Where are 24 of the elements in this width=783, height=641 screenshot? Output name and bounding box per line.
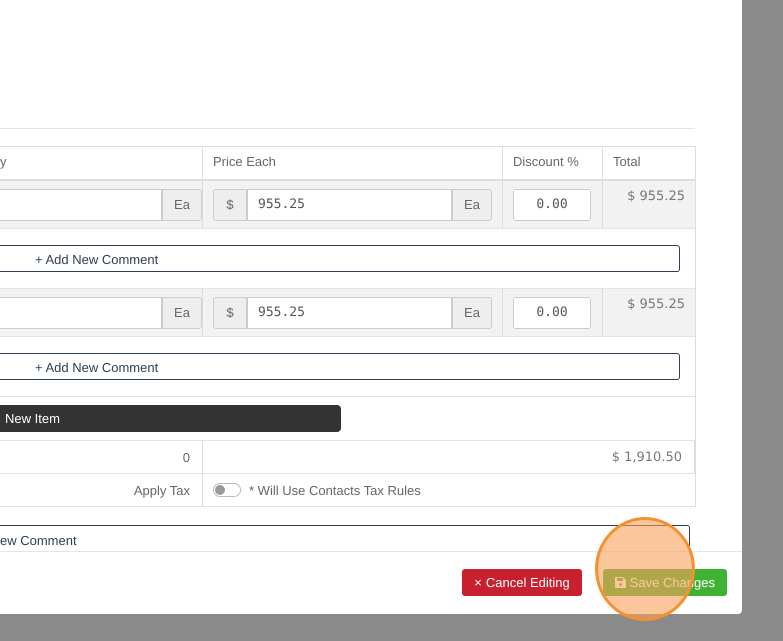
discount-input[interactable]: 0.00 <box>513 189 591 221</box>
save-icon <box>614 576 626 588</box>
quantity-input[interactable] <box>0 189 162 221</box>
currency-addon: $ <box>213 297 247 329</box>
add-comment-button[interactable]: + Add New Comment <box>0 353 680 380</box>
price-input[interactable]: 955.25 <box>247 297 452 329</box>
add-comment-button[interactable]: + Add New Comment <box>0 245 680 272</box>
unit-addon: Ea <box>162 297 202 329</box>
line-total: $ 955.25 <box>627 297 685 312</box>
quantity-total: 0 <box>182 450 190 465</box>
unit-addon: Ea <box>162 189 202 221</box>
price-input[interactable]: 955.25 <box>247 189 452 221</box>
tax-note: * Will Use Contacts Tax Rules <box>249 482 421 500</box>
quantity-input[interactable] <box>0 297 162 329</box>
cancel-button[interactable]: × Cancel Editing <box>462 568 582 596</box>
add-item-button[interactable]: New Item <box>0 405 341 432</box>
currency-addon: $ <box>213 189 247 221</box>
line-total: $ 955.25 <box>627 189 685 204</box>
grand-total: $ 1,910.50 <box>612 450 682 465</box>
apply-tax-label: Apply Tax <box>134 483 190 498</box>
unit-addon: Ea <box>452 189 492 221</box>
tax-toggle[interactable] <box>213 483 241 497</box>
unit-addon: Ea <box>452 297 492 329</box>
discount-input[interactable]: 0.00 <box>513 297 591 329</box>
